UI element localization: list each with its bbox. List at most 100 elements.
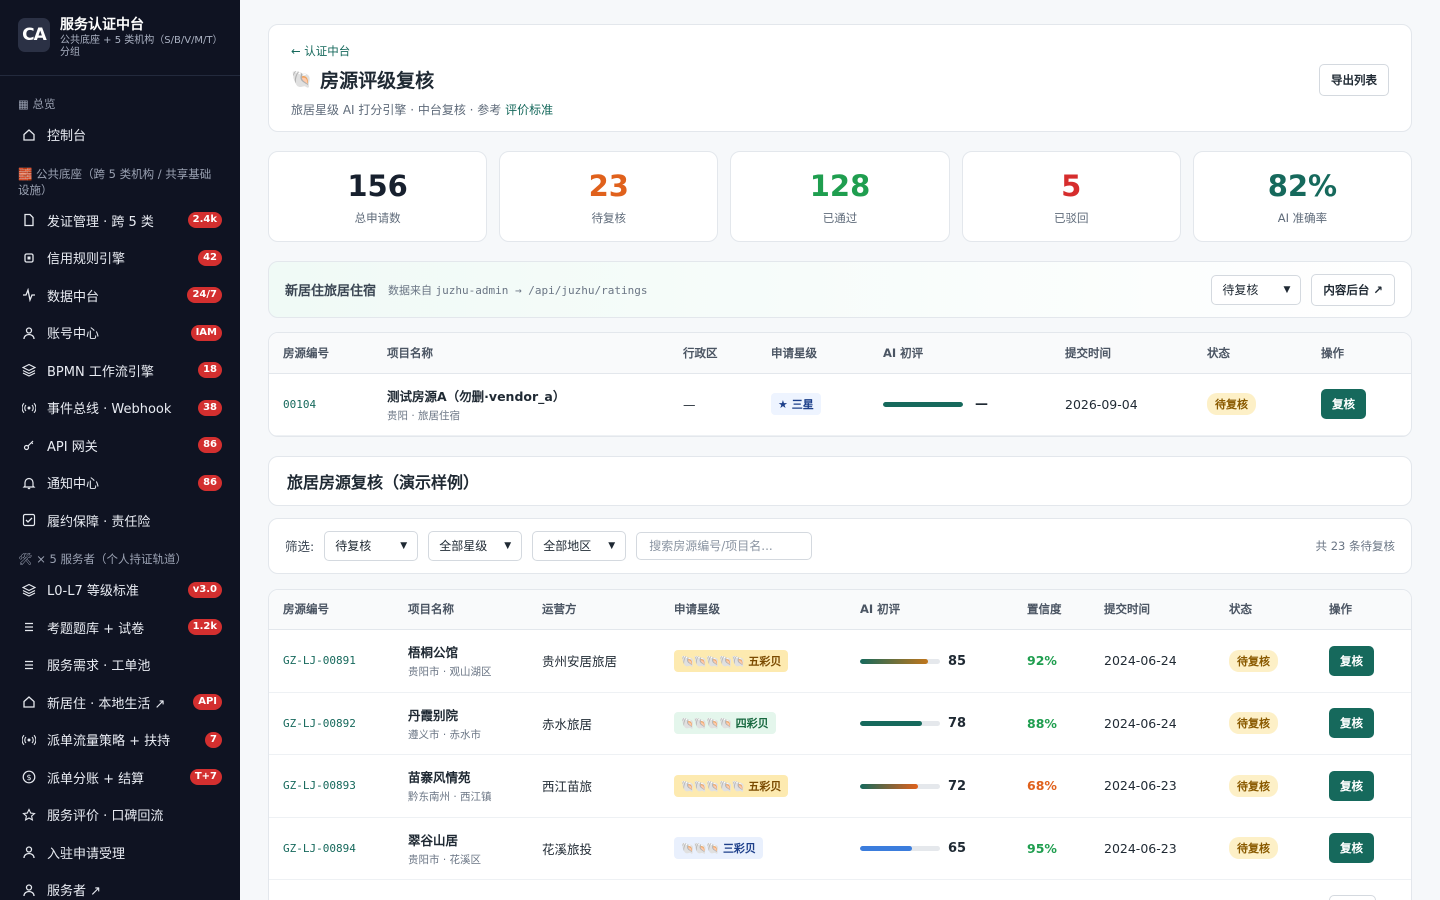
criteria-link[interactable]: 评价标准 bbox=[505, 103, 553, 117]
status-badge: 待复核 bbox=[1229, 837, 1278, 860]
column-header: 状态 bbox=[1215, 589, 1315, 630]
search-input[interactable] bbox=[636, 531, 813, 560]
table-row: 00104 测试房源A（勿删·vendor_a） 贵阳 · 旅居住宿 — ★ 三… bbox=[269, 373, 1411, 436]
chevron-down-icon: ▼ bbox=[1283, 284, 1291, 295]
review-button[interactable]: 复核 bbox=[1329, 894, 1376, 900]
dollar-icon: $ bbox=[22, 770, 36, 784]
sidebar-item-label: 新居住 · 本地生活 ↗ bbox=[47, 696, 166, 712]
main-content: ← 认证中台 🐚 房源评级复核 旅居星级 AI 打分引擎 · 中台复核 · 参考… bbox=[268, 24, 1413, 900]
user-icon bbox=[22, 845, 36, 859]
count-badge: 38 bbox=[198, 399, 222, 416]
sidebar-item[interactable]: 考题题库 + 试卷 1.2k bbox=[0, 609, 240, 647]
row-action: 复核 bbox=[1315, 817, 1411, 880]
row-id[interactable]: GZ-LJ-00892 bbox=[269, 692, 394, 755]
region-filter-select[interactable]: 全部地区 ▼ bbox=[532, 530, 627, 561]
row-operator: 贵州安居旅居 bbox=[528, 629, 660, 693]
row-project: 苗寨风情苑 黔东南州 · 西江镇 bbox=[394, 754, 528, 818]
count-badge: 1.2k bbox=[187, 619, 222, 636]
content-admin-button[interactable]: 内容后台 ↗ bbox=[1311, 273, 1395, 306]
row-confidence: 88% bbox=[1013, 692, 1090, 755]
status-filter-select[interactable]: 待复核 ▼ bbox=[324, 530, 419, 561]
sidebar-item-label: 考题题库 + 试卷 bbox=[47, 621, 145, 637]
sidebar-item[interactable]: 派单流量策略 + 扶持 7 bbox=[0, 721, 240, 759]
sidebar-item[interactable]: 入驻申请受理 bbox=[0, 834, 240, 872]
column-header: 操作 bbox=[1315, 589, 1411, 630]
row-id[interactable]: 00104 bbox=[269, 373, 373, 436]
status-badge: 待复核 bbox=[1229, 649, 1278, 672]
sidebar-item[interactable]: 发证管理 · 跨 5 类 2.4k bbox=[0, 202, 240, 240]
project-name: 梧桐公馆 bbox=[408, 645, 459, 661]
level-filter-select[interactable]: 全部星级 ▼ bbox=[428, 530, 523, 561]
column-header: 运营方 bbox=[528, 589, 660, 630]
sidebar-item[interactable]: BPMN 工作流引擎 18 bbox=[0, 352, 240, 390]
row-action: 复核 bbox=[1307, 373, 1411, 436]
count-badge: API bbox=[193, 694, 222, 711]
stat-label: AI 准确率 bbox=[1277, 211, 1328, 225]
page-header: ← 认证中台 🐚 房源评级复核 旅居星级 AI 打分引擎 · 中台复核 · 参考… bbox=[268, 24, 1412, 132]
sidebar-item[interactable]: 信用规则引擎 42 bbox=[0, 239, 240, 277]
shell-level-pill: 🐚🐚🐚🐚 四彩贝 bbox=[674, 712, 776, 735]
sidebar-item[interactable]: 事件总线 · Webhook 38 bbox=[0, 389, 240, 427]
source-endpoint: juzhu-admin → /api/juzhu/ratings bbox=[435, 283, 648, 297]
export-button[interactable]: 导出列表 bbox=[1319, 64, 1389, 96]
sidebar-item[interactable]: L0-L7 等级标准 v3.0 bbox=[0, 571, 240, 609]
sidebar-item[interactable]: 服务需求 · 工单池 bbox=[0, 646, 240, 684]
sidebar-item-label: API 网关 bbox=[47, 439, 98, 455]
source-name: 新居住旅居住宿 bbox=[285, 284, 377, 299]
review-button[interactable]: 复核 bbox=[1329, 833, 1374, 864]
sidebar-item-label: 发证管理 · 跨 5 类 bbox=[47, 214, 154, 230]
row-operator bbox=[528, 879, 660, 900]
row-project: 青岩古镇民宿 bbox=[394, 879, 528, 900]
row-id[interactable]: GZ-LJ-00893 bbox=[269, 754, 394, 818]
row-ai: — bbox=[869, 373, 1051, 436]
review-button[interactable]: 复核 bbox=[1329, 645, 1374, 676]
row-confidence: 95% bbox=[1013, 817, 1090, 880]
count-badge: 42 bbox=[198, 249, 222, 266]
back-link[interactable]: ← 认证中台 bbox=[291, 43, 1389, 59]
row-action: 复核 bbox=[1315, 692, 1411, 755]
ai-score-bar bbox=[860, 846, 940, 852]
brand: CA 服务认证中台 公共底座 + 5 类机构（S/B/V/M/T）分组 bbox=[0, 0, 240, 76]
page-subtitle-text: 旅居星级 AI 打分引擎 · 中台复核 · 参考 bbox=[291, 103, 502, 117]
row-level: ★ 三星 bbox=[757, 373, 869, 436]
sidebar-item[interactable]: 履约保障 · 责任险 bbox=[0, 502, 240, 540]
review-button[interactable]: 复核 bbox=[1321, 389, 1366, 419]
review-button[interactable]: 复核 bbox=[1329, 708, 1374, 739]
sidebar-item[interactable]: $ 派单分账 + 结算 T+7 bbox=[0, 759, 240, 797]
row-confidence: 68% bbox=[1013, 754, 1090, 818]
sidebar-item[interactable]: 账号中心 IAM bbox=[0, 314, 240, 352]
sidebar-section-label: 🧱 公共底座（跨 5 类机构 / 共享基础设施） bbox=[18, 166, 212, 197]
activity-icon bbox=[22, 288, 36, 303]
sidebar-item-label: 控制台 bbox=[47, 129, 87, 145]
project-name: 丹霞别院 bbox=[408, 707, 459, 723]
sidebar-item[interactable]: 服务评价 · 口碑回流 bbox=[0, 796, 240, 834]
stat-value: 156 bbox=[347, 169, 408, 203]
sidebar-item[interactable]: 新居住 · 本地生活 ↗ API bbox=[0, 684, 240, 722]
stat-card: 156 总申请数 bbox=[268, 151, 488, 242]
column-header: 房源编号 bbox=[269, 589, 394, 630]
shell-icon: 🐚🐚🐚🐚 bbox=[681, 717, 733, 731]
sidebar-item-label: 数据中台 bbox=[47, 289, 100, 305]
stat-label: 已驳回 bbox=[1053, 211, 1089, 225]
sidebar-item[interactable]: 控制台 bbox=[0, 116, 240, 154]
table-row: 青岩古镇民宿 复核 bbox=[269, 879, 1411, 900]
stat-label: 已通过 bbox=[822, 211, 858, 225]
row-id[interactable] bbox=[269, 879, 394, 900]
filter-label: 筛选: bbox=[285, 539, 315, 554]
review-button[interactable]: 复核 bbox=[1329, 770, 1374, 801]
sidebar-item[interactable]: 数据中台 24/7 bbox=[0, 277, 240, 315]
broadcast-icon bbox=[22, 401, 36, 415]
stat-card: 23 待复核 bbox=[499, 151, 719, 242]
sidebar-item[interactable]: 服务者 ↗ bbox=[0, 871, 240, 900]
user-icon bbox=[22, 883, 36, 897]
row-id[interactable]: GZ-LJ-00894 bbox=[269, 817, 394, 880]
layers-icon bbox=[22, 363, 36, 377]
sidebar-section-label: ▦ 总览 bbox=[18, 97, 56, 111]
row-ai: 85 bbox=[846, 629, 1013, 693]
row-id[interactable]: GZ-LJ-00891 bbox=[269, 629, 394, 693]
sidebar-item[interactable]: 通知中心 86 bbox=[0, 464, 240, 502]
source-status-select[interactable]: 待复核 ▼ bbox=[1211, 274, 1302, 305]
ai-score-bar bbox=[860, 721, 940, 727]
project-name: 苗寨风情苑 bbox=[408, 770, 471, 786]
sidebar-item[interactable]: API 网关 86 bbox=[0, 427, 240, 465]
